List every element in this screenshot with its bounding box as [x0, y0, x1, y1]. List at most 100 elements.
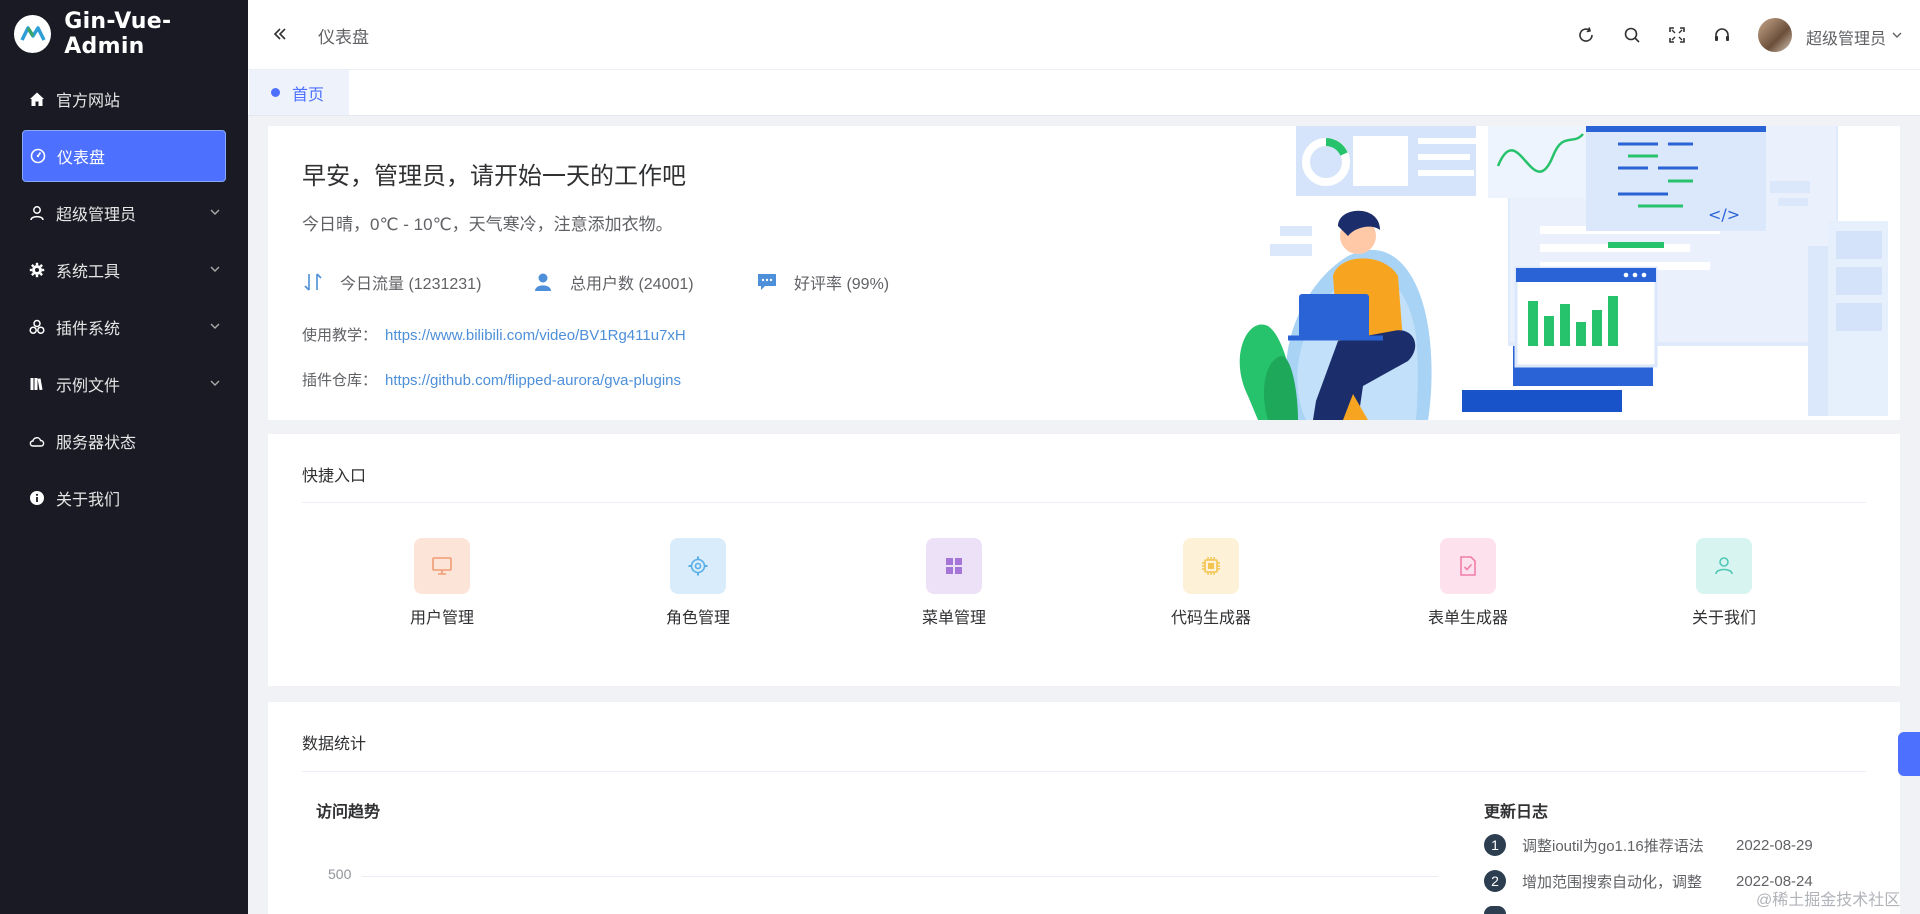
chevron-down-icon: [210, 209, 220, 215]
chevron-down-icon: [210, 380, 220, 386]
quick-entry-card: 快捷入口 用户管理 角色管理 菜单管理 代码生成器 表单生成器 关于我们: [268, 434, 1900, 686]
quick-item-menu-management[interactable]: 菜单管理: [884, 538, 1024, 628]
sidebar-item-super-admin[interactable]: 超级管理员: [22, 187, 226, 239]
quick-item-label: 表单生成器: [1427, 610, 1508, 627]
user-icon: [28, 204, 46, 222]
stats-title: 数据统计: [302, 736, 367, 753]
gear-icon: [670, 538, 726, 594]
greeting: 早安，管理员，请开始一天的工作吧: [302, 163, 686, 190]
tabs-bar: 首页: [248, 70, 1920, 116]
search-icon[interactable]: [1622, 25, 1642, 45]
traffic-icon: [304, 273, 322, 291]
divider: [302, 771, 1866, 772]
svg-text:</>: </>: [1708, 205, 1740, 224]
logo-icon: [14, 15, 52, 53]
quick-item-label: 关于我们: [1691, 610, 1756, 627]
sidebar-item-server-status[interactable]: 服务器状态: [22, 415, 226, 467]
chip-icon: [1183, 538, 1239, 594]
cloud-icon: [28, 432, 46, 450]
log-number-partial: [1484, 906, 1506, 914]
breadcrumb[interactable]: 仪表盘: [318, 23, 369, 48]
tutorial-row: 使用教学： https://www.bilibili.com/video/BV1R…: [302, 324, 686, 345]
users-icon: [535, 273, 551, 291]
log-title: 更新日志: [1484, 804, 1549, 821]
dashboard-icon: [29, 147, 47, 165]
sidebar-item-label: 示例文件: [56, 378, 121, 395]
sidebar-item-label: 超级管理员: [56, 207, 137, 224]
chevron-down-icon[interactable]: [1890, 28, 1904, 42]
stat-label: 今日流量 (1231231): [340, 276, 482, 293]
tab-home[interactable]: 首页: [249, 70, 349, 115]
trend-title: 访问趋势: [316, 804, 381, 821]
list-item[interactable]: 1 调整ioutil为go1.16推荐语法 2022-08-29: [1484, 834, 1884, 856]
sidebar-item-official-site[interactable]: 官方网站: [22, 73, 226, 125]
sidebar-item-label: 系统工具: [56, 264, 121, 281]
document-icon: [1440, 538, 1496, 594]
quick-title: 快捷入口: [302, 468, 367, 485]
plugin-row: 插件仓库： https://github.com/flipped-aurora/g…: [302, 369, 681, 390]
app-title: Gin-Vue-Admin: [64, 9, 172, 59]
divider: [302, 502, 1866, 503]
headset-icon[interactable]: [1712, 25, 1732, 45]
stat-traffic: 今日流量 (1231231): [302, 270, 481, 294]
sidebar-item-system-tools[interactable]: 系统工具: [22, 244, 226, 296]
avatar[interactable]: [1758, 18, 1792, 52]
quick-item-role-management[interactable]: 角色管理: [628, 538, 768, 628]
logo-row: Gin-Vue-Admin: [0, 0, 248, 68]
tutorial-link[interactable]: https://www.bilibili.com/video/BV1Rg411u…: [385, 327, 686, 344]
quick-item-label: 菜单管理: [921, 610, 986, 627]
gear-icon: [28, 261, 46, 279]
y-axis-tick: 500: [328, 866, 352, 882]
quick-item-label: 代码生成器: [1170, 610, 1251, 627]
top-header: 仪表盘 超级管理员: [248, 0, 1920, 70]
sidebar-item-example-files[interactable]: 示例文件: [22, 358, 226, 410]
quick-item-user-management[interactable]: 用户管理: [372, 538, 512, 628]
comment-icon: [758, 274, 776, 290]
settings-float-button[interactable]: [1898, 732, 1920, 776]
sidebar-item-about-us[interactable]: 关于我们: [22, 472, 226, 524]
data-stats-card: 数据统计 访问趋势 500 更新日志 1 调整ioutil为go1.16推荐语法…: [268, 702, 1900, 914]
tutorial-label: 使用教学：: [302, 327, 378, 344]
chevron-down-icon: [210, 323, 220, 329]
log-date: 2022-08-29: [1736, 836, 1813, 854]
weather-text: 今日晴，0℃ - 10℃，天气寒冷，注意添加衣物。: [302, 215, 673, 234]
stat-users: 总用户数 (24001): [532, 270, 694, 294]
sidebar-item-label: 仪表盘: [57, 150, 106, 167]
log-text: 增加范围搜索自动化，调整: [1522, 873, 1703, 891]
info-icon: [28, 489, 46, 507]
refresh-icon[interactable]: [1576, 25, 1596, 45]
sidebar: Gin-Vue-Admin 官方网站 仪表盘 超级管理员 系统工具 插件系统 示: [0, 0, 248, 914]
user-icon: [1696, 538, 1752, 594]
plugin-icon: [28, 318, 46, 336]
active-dot: [271, 88, 280, 97]
stat-label: 好评率 (99%): [794, 276, 890, 293]
sidebar-item-label: 关于我们: [56, 492, 121, 509]
monitor-icon: [414, 538, 470, 594]
sidebar-item-dashboard[interactable]: 仪表盘: [22, 130, 226, 182]
sidebar-item-label: 服务器状态: [56, 435, 137, 452]
sidebar-item-plugin-system[interactable]: 插件系统: [22, 301, 226, 353]
stat-label: 总用户数 (24001): [570, 276, 694, 293]
workspace-illustration: </>: [1239, 126, 1888, 420]
welcome-card: 早安，管理员，请开始一天的工作吧 今日晴，0℃ - 10℃，天气寒冷，注意添加衣…: [268, 126, 1900, 420]
user-name[interactable]: 超级管理员: [1806, 25, 1886, 49]
fullscreen-icon[interactable]: [1667, 25, 1687, 45]
quick-item-form-generator[interactable]: 表单生成器: [1398, 538, 1538, 628]
stat-rating: 好评率 (99%): [756, 270, 889, 294]
folder-icon: [28, 375, 46, 393]
sidebar-item-label: 官方网站: [56, 93, 121, 110]
log-text: 调整ioutil为go1.16推荐语法: [1522, 837, 1704, 855]
chart-gridline: [362, 876, 1438, 877]
sidebar-item-label: 插件系统: [56, 321, 121, 338]
quick-item-label: 角色管理: [665, 610, 730, 627]
collapse-sidebar-icon[interactable]: [270, 24, 290, 44]
plugin-label: 插件仓库：: [302, 372, 378, 389]
quick-item-code-generator[interactable]: 代码生成器: [1141, 538, 1281, 628]
log-number: 1: [1484, 834, 1506, 856]
quick-item-about-us[interactable]: 关于我们: [1654, 538, 1794, 628]
plugin-link[interactable]: https://github.com/flipped-aurora/gva-pl…: [385, 372, 681, 389]
watermark: @稀土掘金技术社区: [1756, 892, 1901, 909]
tab-label: 首页: [292, 86, 325, 104]
side-menu: 官方网站 仪表盘 超级管理员 系统工具 插件系统 示例文件 服务器状态 关于我们: [0, 73, 248, 524]
grid-icon: [926, 538, 982, 594]
